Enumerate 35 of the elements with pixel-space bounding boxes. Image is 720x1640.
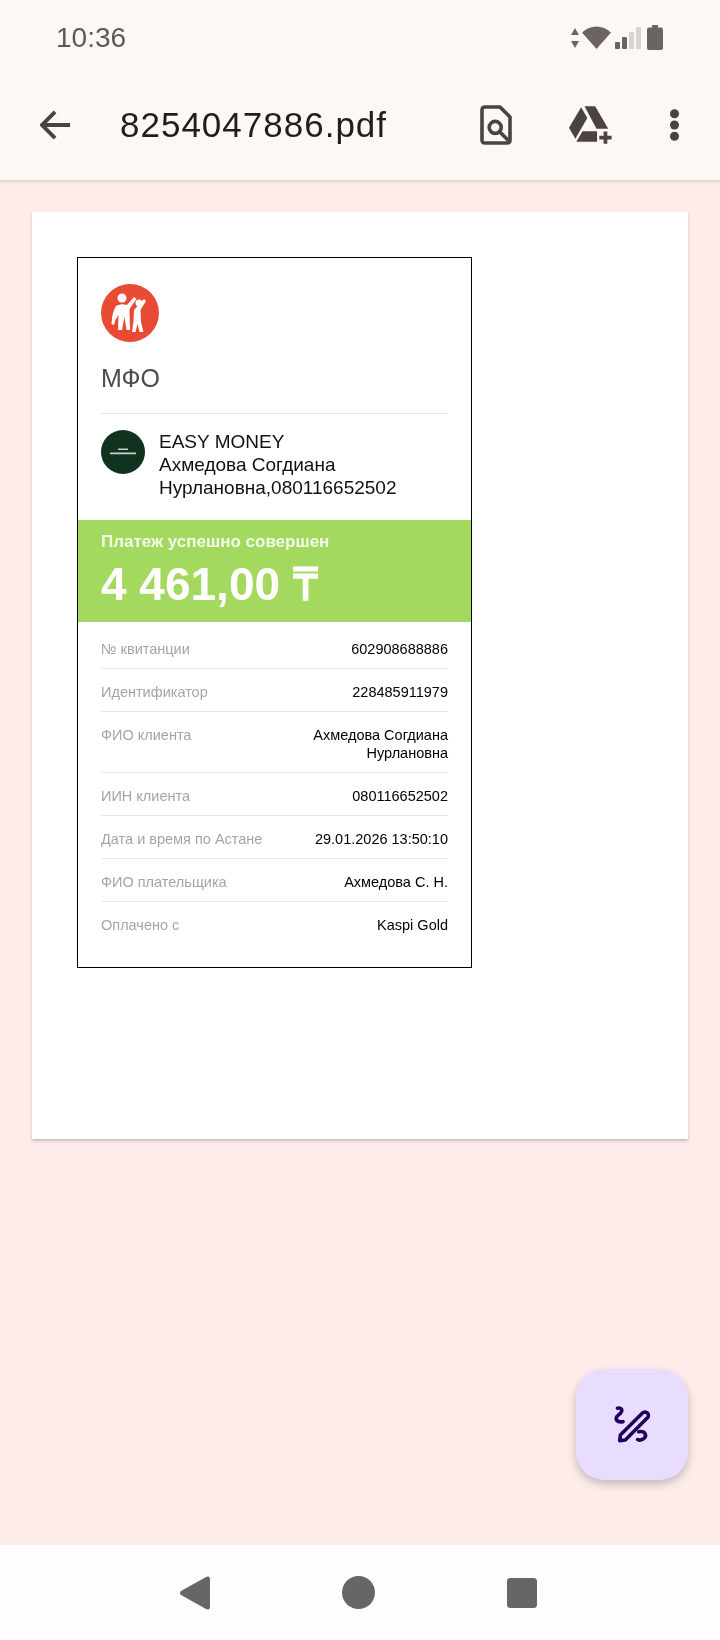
recents-square-icon[interactable] [507, 1577, 537, 1608]
battery-icon [647, 25, 663, 50]
signature-pen-icon [613, 1405, 651, 1444]
round-logo-icon [101, 430, 145, 474]
payment-amount: 4 461,00 ₸ [101, 558, 318, 610]
field-value: 228485911979 [352, 683, 448, 701]
wifi-icon [582, 26, 611, 49]
triangle-add-icon[interactable] [569, 105, 612, 144]
more-options-icon[interactable] [670, 108, 679, 141]
payment-status: Платеж успешно совершен [101, 531, 330, 553]
home-circle-icon[interactable] [342, 1576, 375, 1609]
field-label: Оплачено с [101, 916, 180, 934]
signal-icon [615, 26, 641, 49]
back-icon[interactable] [40, 109, 72, 140]
field-label: Идентификатор [101, 683, 208, 701]
document-title: 8254047886.pdf [120, 103, 388, 146]
field-label: ИИН клиента [101, 787, 191, 805]
find-in-page-icon[interactable] [480, 104, 512, 145]
field-value: Ахмедова С. Н. [344, 873, 448, 891]
signature-button[interactable] [576, 1369, 688, 1480]
people-logo-icon [101, 284, 159, 342]
field-value: 29.01.2026 13:50:10 [314, 830, 448, 848]
field-value: 080116652502 [352, 787, 448, 805]
receipt-heading: МФО [101, 363, 161, 393]
merchant-name: EASY MONEY [159, 430, 286, 453]
field-label: ФИО клиента [101, 726, 192, 744]
field-value: 602908688886 [351, 640, 448, 658]
field-value: Ахмедова Согдиана Нурлановна [312, 726, 448, 762]
status-time: 10:36 [56, 21, 127, 54]
field-label: № квитанции [101, 640, 190, 658]
back-triangle-icon[interactable] [179, 1575, 210, 1610]
field-value: Kaspi Gold [377, 916, 448, 934]
client-details: Ахмедова Согдиана Нурлановна,080116652502 [159, 453, 398, 499]
field-label: Дата и время по Астане [101, 830, 263, 848]
field-label: ФИО плательщика [101, 873, 227, 891]
